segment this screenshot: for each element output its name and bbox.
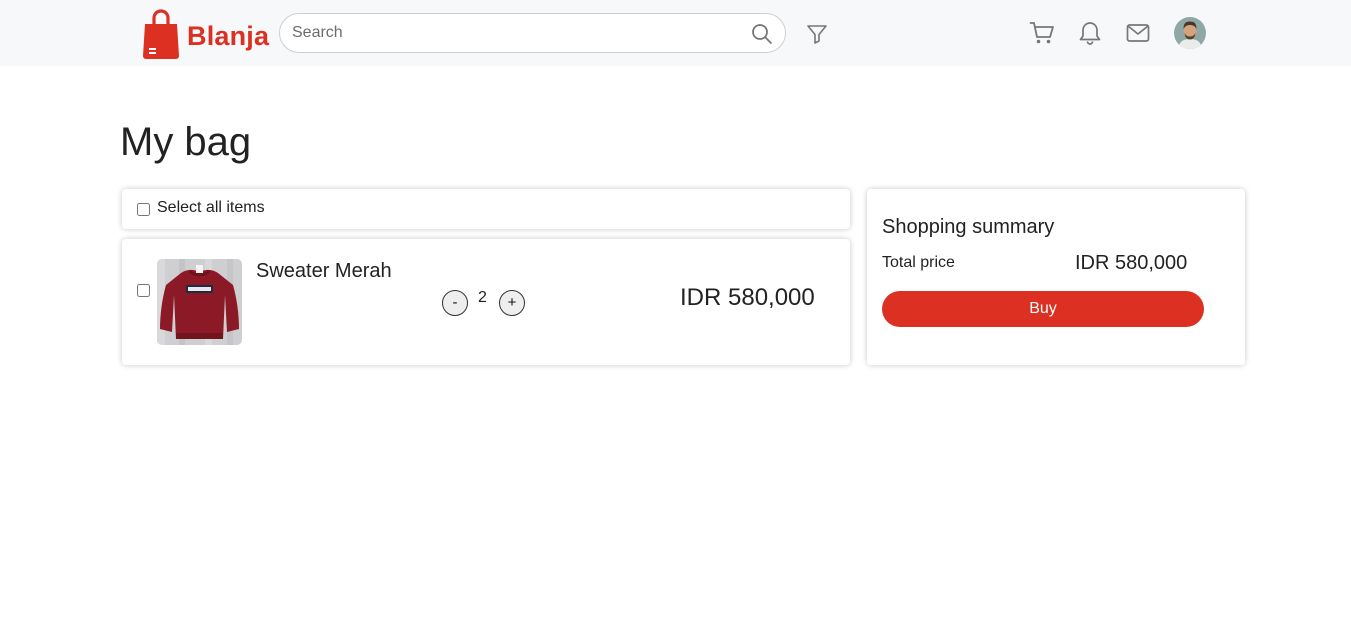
- avatar[interactable]: [1174, 17, 1206, 49]
- shopping-summary-card: Shopping summary Total price IDR 580,000…: [867, 189, 1245, 365]
- product-image[interactable]: [157, 259, 242, 345]
- shopping-bag-icon: [143, 9, 179, 59]
- bag-item-card: Sweater Merah - 2 + IDR 580,000: [122, 239, 850, 365]
- summary-title: Shopping summary: [882, 216, 1055, 238]
- user-avatar-icon: [1174, 17, 1206, 49]
- select-all-card: Select all items: [122, 189, 850, 229]
- select-all-checkbox[interactable]: [137, 203, 150, 216]
- select-all-label: Select all items: [157, 199, 265, 216]
- search-icon[interactable]: [750, 22, 774, 46]
- decrease-quantity-button[interactable]: -: [442, 290, 468, 316]
- total-price-label: Total price: [882, 254, 955, 271]
- bell-icon[interactable]: [1077, 20, 1103, 46]
- brand-name: Blanja: [187, 20, 270, 51]
- search-bar: [279, 13, 786, 53]
- search-input[interactable]: [292, 22, 732, 44]
- mail-icon[interactable]: [1125, 20, 1151, 46]
- product-name[interactable]: Sweater Merah: [256, 260, 392, 283]
- brand-logo[interactable]: Blanja: [142, 7, 269, 59]
- quantity-value: 2: [478, 289, 487, 306]
- page-title: My bag: [120, 120, 252, 164]
- total-price-value: IDR 580,000: [1075, 252, 1188, 274]
- item-checkbox[interactable]: [137, 284, 150, 297]
- item-price: IDR 580,000: [680, 284, 815, 311]
- sweater-image: [157, 259, 242, 345]
- buy-button[interactable]: Buy: [882, 291, 1204, 327]
- cart-icon[interactable]: [1029, 20, 1055, 46]
- filter-icon[interactable]: [805, 22, 829, 46]
- increase-quantity-button[interactable]: +: [499, 290, 525, 316]
- navbar: Blanja: [0, 0, 1351, 66]
